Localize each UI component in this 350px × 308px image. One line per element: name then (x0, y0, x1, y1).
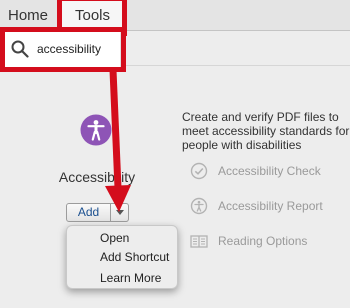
add-button-group: Add (66, 203, 129, 222)
subtool-label: Accessibility Check (218, 164, 321, 178)
tool-description: Create and verify PDF files to meet acce… (182, 110, 350, 152)
context-menu: Open Add Shortcut Learn More (66, 225, 178, 289)
menu-item-add-shortcut[interactable]: Add Shortcut (100, 250, 169, 264)
subtool-label: Reading Options (218, 234, 308, 248)
divider (126, 65, 350, 66)
add-dropdown-button[interactable] (111, 203, 129, 222)
subtool-label: Accessibility Report (218, 199, 323, 213)
check-circle-icon (190, 162, 208, 180)
reading-options-icon (190, 235, 208, 248)
menu-item-open[interactable]: Open (100, 231, 129, 245)
accessibility-icon (80, 114, 112, 146)
annotation-highlight-search (0, 27, 126, 72)
accessibility-person-icon (190, 197, 208, 215)
menu-item-learn-more[interactable]: Learn More (100, 271, 161, 285)
tool-title: Accessibility (58, 169, 136, 185)
chevron-down-icon (116, 210, 124, 215)
add-button[interactable]: Add (66, 203, 111, 222)
